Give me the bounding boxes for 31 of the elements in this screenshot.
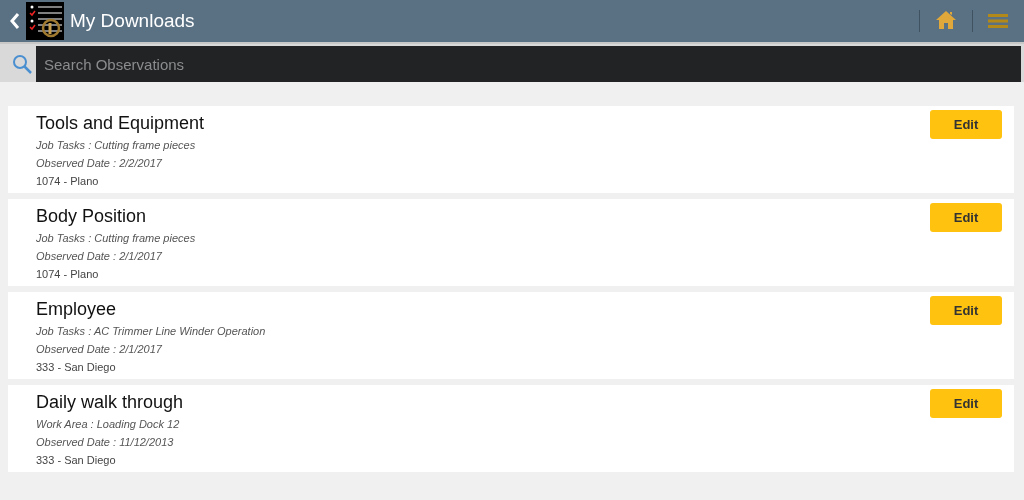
observation-title: Tools and Equipment [36,112,205,135]
observation-card[interactable]: Employee Job Tasks : AC Trimmer Line Winder Operation Observed Date : 2/1/2017 333 - San Diego Edit [8,292,1014,379]
search-field[interactable]: Search Observations [36,46,1021,82]
location-text: 333 - San Diego [36,360,117,375]
observation-title: Daily walk through [36,391,184,414]
observation-card[interactable]: Body Position Job Tasks : Cutting frame pieces Observed Date : 2/1/2017 1074 - Plano Edit [8,199,1014,286]
observation-title: Body Position [36,205,148,228]
menu-icon[interactable] [988,13,1008,29]
home-icon[interactable] [935,9,957,31]
job-detail: Job Tasks : AC Trimmer Line Winder Operation [36,324,266,339]
edit-button[interactable]: Edit [930,389,1002,418]
observation-card[interactable]: Daily walk through Work Area : Loading Dock 12 Observed Date : 11/12/2013 333 - San Diego Edit [8,385,1014,472]
observation-title: Employee [36,298,118,321]
job-detail: Job Tasks : Cutting frame pieces [36,138,197,153]
page-title: My Downloads [70,10,195,32]
observed-date: Observed Date : 2/1/2017 [36,342,163,357]
edit-button[interactable]: Edit [930,203,1002,232]
observed-date: Observed Date : 2/2/2017 [36,156,163,171]
location-text: 1074 - Plano [36,174,100,189]
search-icon [12,54,32,74]
checklist-icon [26,2,64,40]
observed-date: Observed Date : 2/1/2017 [36,249,163,264]
observed-date: Observed Date : 11/12/2013 [36,435,175,450]
location-text: 333 - San Diego [36,453,117,468]
job-detail: Work Area : Loading Dock 12 [36,417,181,432]
back-icon[interactable] [10,13,20,29]
observation-card[interactable]: Tools and Equipment Job Tasks : Cutting frame pieces Observed Date : 2/2/2017 1074 - Plano Edit [8,106,1014,193]
location-text: 1074 - Plano [36,267,100,282]
edit-button[interactable]: Edit [930,110,1002,139]
edit-button[interactable]: Edit [930,296,1002,325]
job-detail: Job Tasks : Cutting frame pieces [36,231,196,246]
